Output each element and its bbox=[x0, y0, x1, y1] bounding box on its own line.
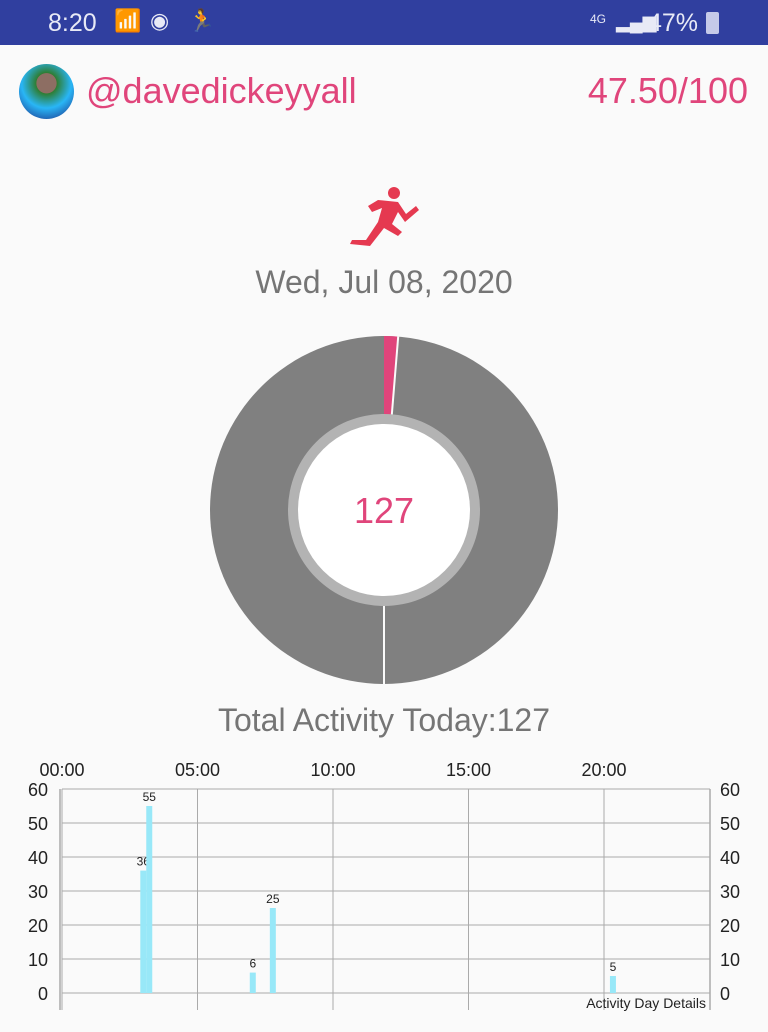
activity-bar-chart: 0 010 1020 2030 3040 4050 5060 6000:00 05:00 10:0… bbox=[28, 760, 740, 1011]
y-tick-right: 10 bbox=[720, 950, 740, 970]
y-tick-left: 50 bbox=[28, 814, 48, 834]
activity-date: Wed, Jul 08, 2020 bbox=[255, 264, 513, 300]
y-tick-right: 50 bbox=[720, 814, 740, 834]
x-tick: 20:00 bbox=[581, 760, 626, 780]
y-tick-left: 10 bbox=[28, 950, 48, 970]
y-tick-left: 20 bbox=[28, 916, 48, 936]
battery-level: 47% bbox=[648, 9, 699, 37]
x-tick: 15:00 bbox=[446, 760, 491, 780]
x-tick: 05:00 bbox=[175, 760, 220, 780]
bar-value-label: 55 bbox=[143, 790, 157, 804]
bar bbox=[140, 870, 147, 993]
bar bbox=[269, 908, 276, 993]
donut-center-value: 127 bbox=[353, 490, 415, 531]
vpn-icon: ◉ bbox=[150, 8, 170, 33]
bar bbox=[146, 806, 153, 993]
bar-value-label: 25 bbox=[266, 892, 280, 906]
runner-notification-icon: 🏃 bbox=[188, 8, 216, 33]
y-tick-right: 20 bbox=[720, 916, 740, 936]
username[interactable]: @davedickeyyall bbox=[86, 70, 357, 112]
status-bar: 8:20 📶 ◉ 🏃 4G ▂▄▆ 47% bbox=[0, 0, 768, 45]
y-tick-left: 40 bbox=[28, 848, 48, 868]
y-tick-right: 40 bbox=[720, 848, 740, 868]
bar-value-label: 6 bbox=[249, 957, 256, 971]
x-tick: 00:00 bbox=[39, 760, 84, 780]
runner-icon bbox=[350, 187, 419, 246]
score: 47.50/100 bbox=[587, 70, 748, 111]
y-tick-left: 0 bbox=[38, 984, 48, 1004]
x-tick: 10:00 bbox=[310, 760, 355, 780]
avatar[interactable] bbox=[19, 64, 74, 119]
bar bbox=[609, 976, 616, 993]
total-activity: Total Activity Today:127 bbox=[217, 702, 551, 738]
lte-icon: 4G bbox=[590, 12, 607, 26]
y-tick-right: 60 bbox=[720, 780, 740, 800]
status-time: 8:20 bbox=[48, 9, 97, 37]
bar-value-label: 5 bbox=[610, 960, 617, 974]
y-tick-right: 30 bbox=[720, 882, 740, 902]
bar bbox=[249, 972, 256, 993]
battery-icon bbox=[706, 12, 719, 34]
y-tick-left: 60 bbox=[28, 780, 48, 800]
wifi-icon: 📶 bbox=[114, 8, 142, 33]
y-tick-left: 30 bbox=[28, 882, 48, 902]
y-tick-right: 0 bbox=[720, 984, 730, 1004]
chart-description: Activity Day Details bbox=[586, 995, 706, 1011]
